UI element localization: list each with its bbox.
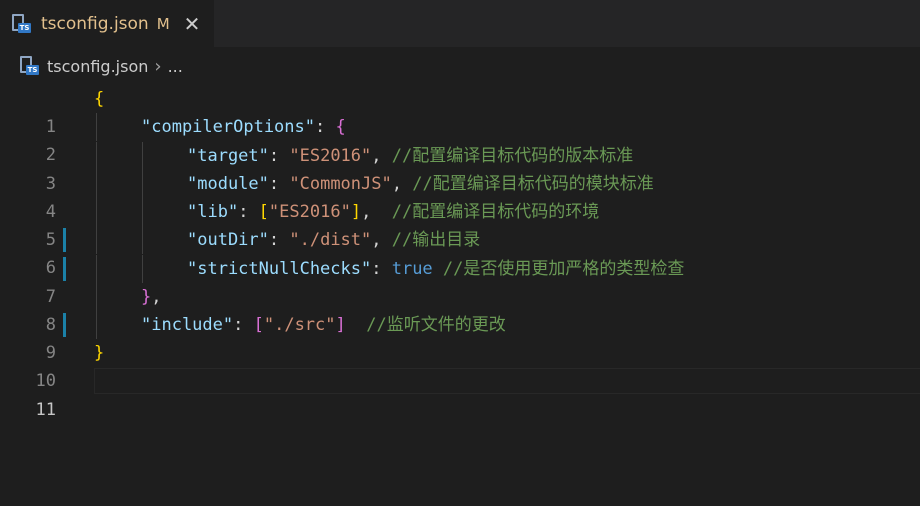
modified-indicator: M [156, 14, 170, 33]
code-line[interactable]: 6 "outDir": "./dist", //输出目录 [0, 226, 920, 278]
code-line[interactable]: 8 }, [0, 283, 920, 335]
code-line[interactable]: 7 "strictNullChecks": true //是否使用更加严格的类型… [0, 255, 920, 307]
line-number: 11 [35, 400, 56, 420]
close-icon[interactable]: ✕ [184, 14, 201, 34]
modified-line-marker[interactable] [63, 257, 66, 281]
code-line[interactable]: 10 } [0, 339, 920, 391]
breadcrumb-more[interactable]: ... [168, 57, 183, 76]
chevron-right-icon: › [154, 55, 162, 77]
code-line[interactable]: 11 [0, 368, 920, 420]
tab-bar: TS tsconfig.json M ✕ [0, 0, 920, 47]
code-line[interactable]: 1 { [0, 85, 920, 137]
code-line[interactable]: 5 "lib": ["ES2016"], //配置编译目标代码的环境 [0, 198, 920, 250]
code-line[interactable]: 2 "compilerOptions": { [0, 113, 920, 165]
typescript-file-icon: TS [19, 56, 39, 76]
breadcrumb-file[interactable]: tsconfig.json [47, 57, 148, 76]
tab-tsconfig[interactable]: TS tsconfig.json M ✕ [0, 0, 214, 47]
code-editor[interactable]: 1 { 2 "compilerOptions": { 3 "target": "… [0, 85, 920, 506]
typescript-file-icon: TS [11, 13, 31, 34]
code-line[interactable]: 4 "module": "CommonJS", //配置编译目标代码的模块标准 [0, 170, 920, 222]
modified-line-marker[interactable] [63, 228, 66, 252]
code-line[interactable]: 9 "include": ["./src"] //监听文件的更改 [0, 311, 920, 363]
code-line[interactable]: 3 "target": "ES2016", //配置编译目标代码的版本标准 [0, 142, 920, 194]
breadcrumb: TS tsconfig.json › ... [0, 47, 920, 85]
modified-line-marker[interactable] [63, 313, 66, 337]
tab-title: tsconfig.json [41, 13, 149, 34]
